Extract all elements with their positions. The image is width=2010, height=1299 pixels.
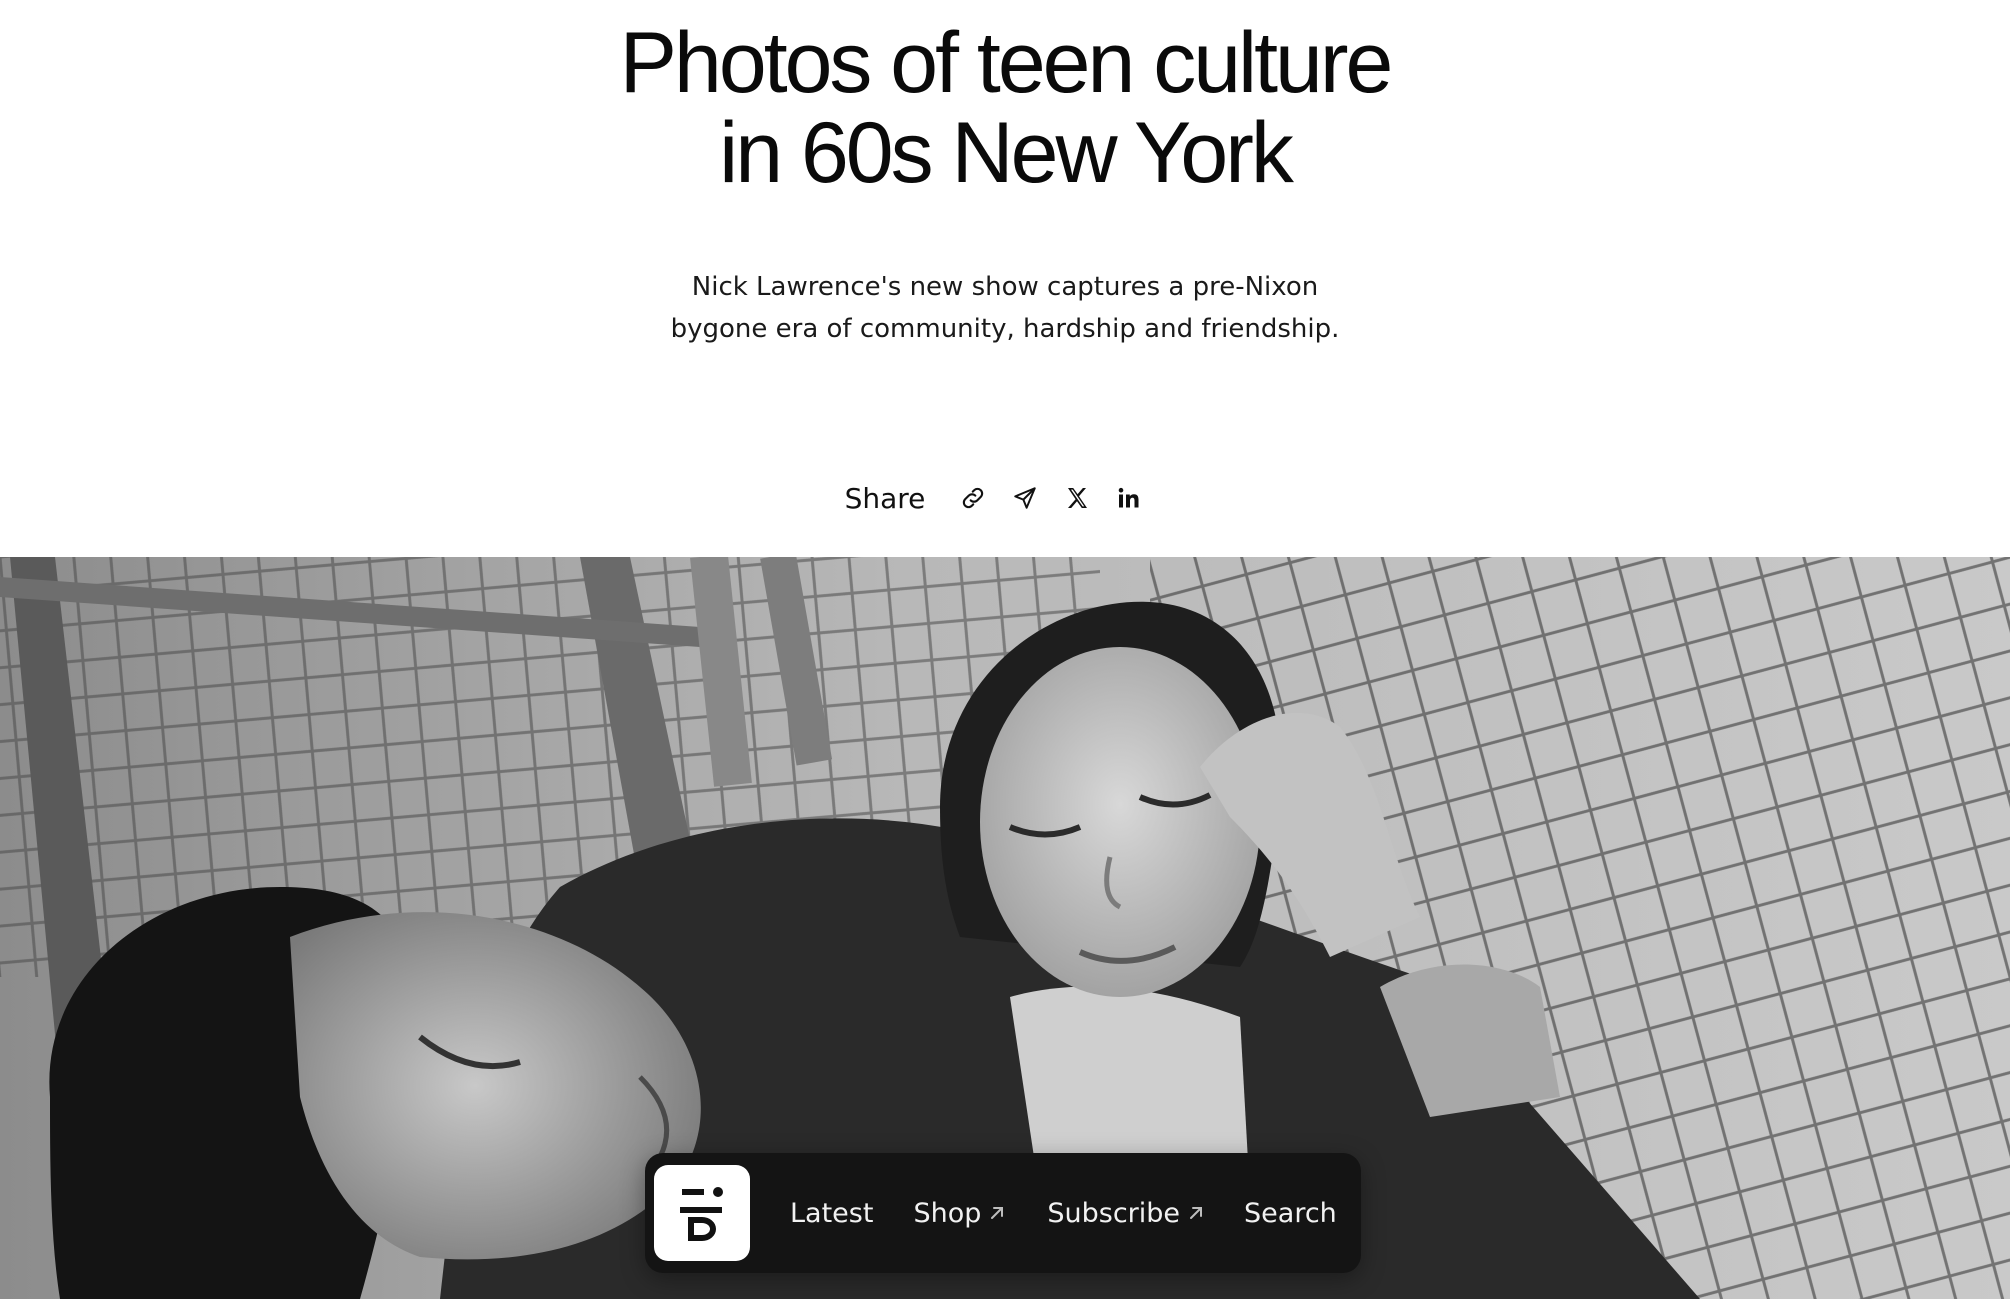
- share-linkedin-button[interactable]: [1103, 472, 1155, 524]
- standfirst-line-1: Nick Lawrence's new show captures a pre-…: [691, 272, 1319, 302]
- copy-link-button[interactable]: [947, 472, 999, 524]
- share-bar: Share: [0, 472, 2010, 524]
- article-page: Photos of teen culture in 60s New York N…: [0, 0, 2010, 1299]
- share-label: Share: [844, 481, 926, 515]
- headline-line-2: in 60s New York: [719, 105, 1294, 201]
- floating-nav-bar: Latest Shop Subscribe Search: [645, 1153, 1361, 1273]
- send-icon: [1014, 487, 1037, 509]
- standfirst-line-2: bygone era of community, hardship and fr…: [670, 314, 1340, 344]
- id-logo-icon: [680, 1187, 723, 1241]
- x-icon: [1068, 488, 1088, 508]
- linkedin-icon: [1119, 487, 1139, 508]
- nav-latest-label: Latest: [790, 1197, 874, 1229]
- link-icon: [963, 487, 984, 509]
- nav-search-label: Search: [1244, 1197, 1337, 1229]
- nav-shop-label: Shop: [913, 1197, 982, 1229]
- share-x-button[interactable]: [1051, 472, 1103, 524]
- nav-shop-link[interactable]: Shop: [913, 1198, 1007, 1229]
- headline-line-1: Photos of teen culture: [619, 15, 1394, 111]
- nav-latest-link[interactable]: Latest: [790, 1198, 873, 1229]
- article-standfirst: Nick Lawrence's new show captures a pre-…: [0, 266, 2010, 350]
- nav-search-link[interactable]: Search: [1244, 1198, 1337, 1229]
- nav-subscribe-link[interactable]: Subscribe: [1047, 1198, 1206, 1229]
- nav-subscribe-label: Subscribe: [1047, 1197, 1181, 1229]
- external-arrow-icon: [987, 1203, 1007, 1223]
- logo-home-button[interactable]: [654, 1165, 750, 1261]
- share-message-button[interactable]: [999, 472, 1051, 524]
- external-arrow-icon: [1186, 1203, 1206, 1223]
- article-headline: Photos of teen culture in 60s New York: [0, 18, 2010, 198]
